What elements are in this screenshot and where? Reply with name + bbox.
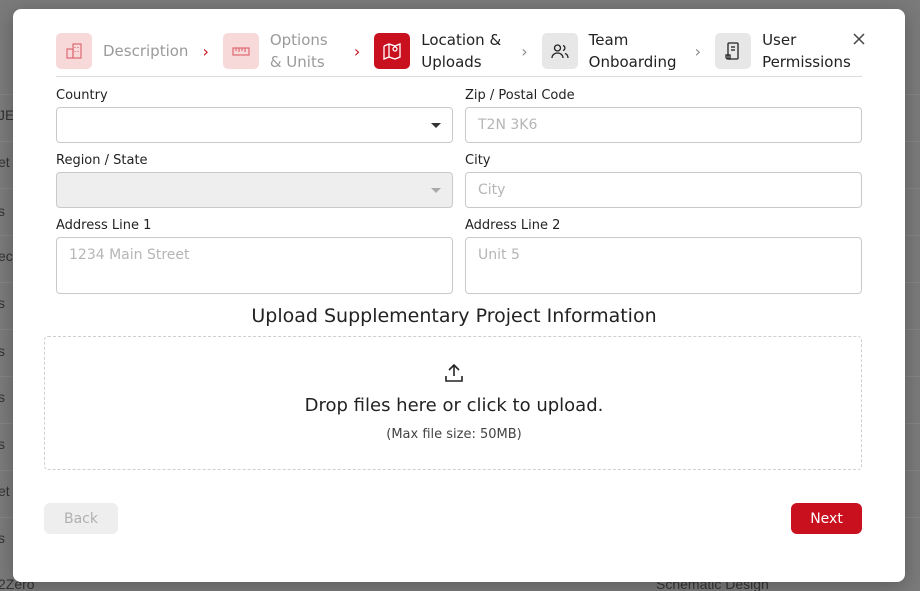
bg-row-text: ec xyxy=(0,248,13,264)
map-icon xyxy=(374,33,411,69)
region-select[interactable] xyxy=(56,172,453,208)
step-label: User Permissions xyxy=(762,31,851,71)
address2-placeholder: Unit 5 xyxy=(478,247,520,263)
bg-row-text: s xyxy=(0,530,5,546)
address1-placeholder: 1234 Main Street xyxy=(69,247,190,263)
bg-row-text: s xyxy=(0,295,5,311)
bg-row-text: et xyxy=(0,154,10,170)
stepper: Description › Options & Units › Location… xyxy=(56,25,862,77)
bg-row-text: s xyxy=(0,389,5,405)
zip-label: Zip / Postal Code xyxy=(465,88,575,103)
max-file-size-note: (Max file size: 50MB) xyxy=(386,427,522,442)
address2-textarea[interactable]: Unit 5 xyxy=(465,237,862,294)
address1-label: Address Line 1 xyxy=(56,218,152,233)
country-select[interactable] xyxy=(56,107,453,143)
step-location-uploads[interactable]: Location & Uploads xyxy=(374,29,507,73)
step-user-permissions[interactable]: User Permissions xyxy=(715,29,852,73)
caret-down-icon xyxy=(431,123,441,128)
city-placeholder: City xyxy=(478,182,506,198)
file-dropzone[interactable]: Drop files here or click to upload. (Max… xyxy=(44,336,862,470)
step-team-onboarding[interactable]: Team Onboarding xyxy=(541,29,681,73)
zip-placeholder: T2N 3K6 xyxy=(478,117,538,133)
chevron-right-icon: › xyxy=(521,41,528,61)
zip-input[interactable]: T2N 3K6 xyxy=(465,107,862,143)
header-divider xyxy=(56,76,862,77)
building-icon xyxy=(56,33,92,69)
ruler-icon xyxy=(222,33,259,69)
back-button[interactable]: Back xyxy=(44,503,118,534)
chevron-right-icon: › xyxy=(202,41,209,61)
upload-icon xyxy=(445,363,463,382)
dropzone-instructions: Drop files here or click to upload. xyxy=(304,395,604,416)
users-icon xyxy=(541,33,578,69)
bg-row-text: s xyxy=(0,203,5,219)
region-label: Region / State xyxy=(56,153,148,168)
step-label: Options & Units xyxy=(269,31,328,71)
bg-row-text: s xyxy=(0,343,5,359)
next-button[interactable]: Next xyxy=(791,503,862,534)
project-setup-modal: Description › Options & Units › Location… xyxy=(13,9,905,582)
close-icon xyxy=(853,33,865,45)
step-label: Team Onboarding xyxy=(588,31,677,71)
bg-row-text: s xyxy=(0,436,5,452)
address1-textarea[interactable]: 1234 Main Street xyxy=(56,237,453,294)
chevron-right-icon: › xyxy=(353,41,361,61)
upload-section-title: Upload Supplementary Project Information xyxy=(251,305,657,327)
city-label: City xyxy=(465,153,491,168)
city-input[interactable]: City xyxy=(465,172,862,208)
step-label: Location & Uploads xyxy=(421,31,502,71)
document-icon xyxy=(715,33,752,69)
address2-label: Address Line 2 xyxy=(465,218,561,233)
step-description[interactable]: Description xyxy=(56,33,188,69)
caret-down-icon xyxy=(431,188,441,193)
close-button[interactable] xyxy=(849,29,869,49)
chevron-right-icon: › xyxy=(694,41,702,61)
bg-row-text: et xyxy=(0,483,10,499)
step-label: Description xyxy=(103,42,189,60)
country-label: Country xyxy=(56,88,108,103)
step-options-units[interactable]: Options & Units xyxy=(222,29,340,73)
